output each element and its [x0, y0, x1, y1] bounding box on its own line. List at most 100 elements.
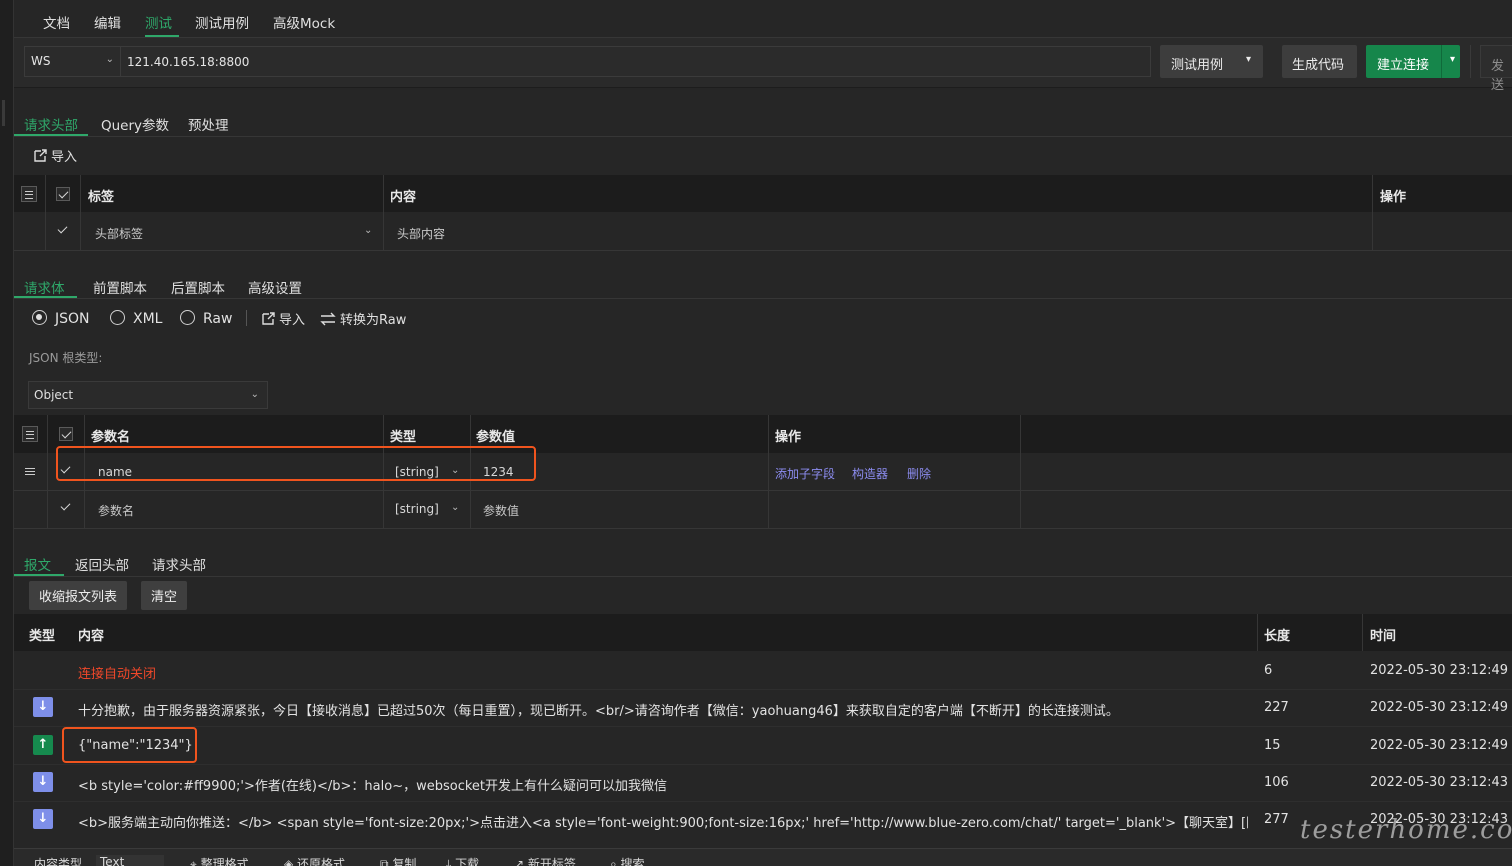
json-root-select[interactable]: Object ⌄	[28, 381, 268, 409]
import-body-button[interactable]: 导入	[261, 309, 305, 328]
json-root-value: Object	[34, 388, 74, 402]
message-content[interactable]: {"name":"1234"}	[78, 738, 1248, 753]
col-content: 内容	[78, 629, 105, 644]
search-label: 搜索	[620, 857, 645, 866]
divider	[47, 415, 48, 528]
col-param-action: 操作	[775, 430, 802, 445]
collapse-messages-button[interactable]: 收缩报文列表	[29, 581, 128, 610]
param-value-input[interactable]: 参数值	[483, 502, 519, 519]
select-all-checkbox[interactable]	[59, 427, 73, 441]
col-param-value: 参数值	[476, 430, 516, 445]
divider	[14, 490, 1512, 491]
menu-icon[interactable]	[21, 186, 37, 202]
tab-test[interactable]: 测试	[145, 12, 172, 32]
divider	[383, 175, 384, 250]
protocol-select[interactable]: WS ⌄	[24, 46, 120, 77]
tab-request-body[interactable]: 请求体	[24, 277, 65, 297]
restore-button[interactable]: ◈ 还原格式	[284, 855, 345, 866]
header-content-input[interactable]: 头部内容	[397, 225, 445, 242]
builder-link[interactable]: 构造器	[852, 465, 888, 482]
tab-query-params[interactable]: Query参数	[101, 114, 169, 134]
import-headers-button[interactable]: 导入	[33, 146, 77, 165]
menu-icon[interactable]	[22, 426, 38, 442]
row-checkbox[interactable]	[56, 223, 70, 237]
tab-testcases[interactable]: 测试用例	[195, 12, 249, 32]
message-time: 2022-05-30 23:12:49	[1370, 663, 1509, 678]
row-checkbox[interactable]	[59, 500, 73, 514]
download-button[interactable]: ⤓ 下载	[446, 855, 479, 866]
caret-down-icon[interactable]: ▾	[1450, 54, 1455, 65]
divider	[14, 136, 1512, 137]
format-json-radio[interactable]: JSON	[32, 310, 90, 327]
tab-pre-script[interactable]: 前置脚本	[93, 277, 147, 297]
param-name-input[interactable]: 参数名	[98, 502, 134, 519]
message-time: 2022-05-30 23:12:43	[1370, 775, 1509, 790]
headers-table-header	[14, 175, 1512, 212]
highlight-box	[62, 727, 197, 763]
tab-docs[interactable]: 文档	[43, 12, 70, 32]
send-button[interactable]: 发送	[1480, 45, 1512, 93]
divider	[246, 310, 247, 326]
testcase-button[interactable]: 测试用例 ▾	[1160, 45, 1263, 78]
divider	[1470, 45, 1471, 78]
clear-button[interactable]: 清空	[141, 581, 188, 610]
message-length: 106	[1264, 775, 1289, 790]
divider	[1362, 614, 1363, 651]
new-tab-button[interactable]: ↗ 新开标签	[514, 855, 576, 866]
copy-label: 复制	[392, 857, 417, 866]
format-button[interactable]: ⌖ 整理格式	[190, 855, 249, 866]
message-content[interactable]: 十分抱歉，由于服务器资源紧张，今日【接收消息】已超过50次（每日重置），现已断开…	[78, 700, 1248, 719]
tab-messages[interactable]: 报文	[24, 554, 51, 574]
drag-handle-icon[interactable]	[25, 468, 35, 475]
tab-response-headers[interactable]: 返回头部	[75, 554, 129, 574]
col-action: 操作	[1380, 190, 1407, 205]
format-raw-radio[interactable]: Raw	[180, 310, 232, 327]
chevron-down-icon[interactable]: ⌄	[451, 502, 459, 513]
restore-label: 还原格式	[297, 857, 346, 866]
param-type-select[interactable]: [string]	[395, 502, 439, 516]
chevron-down-icon[interactable]: ⌄	[364, 225, 372, 236]
divider	[80, 175, 81, 250]
add-child-field-link[interactable]: 添加子字段	[775, 465, 835, 482]
message-toolbar: 内容类型 Text ⌖ 整理格式 ◈ 还原格式 ⧉ 复制 ⤓ 下载 ↗ 新开标签…	[14, 848, 1512, 866]
connect-button[interactable]: 建立连接 ▾	[1366, 45, 1460, 78]
message-content[interactable]: 连接自动关闭	[78, 663, 1248, 682]
header-label-input[interactable]: 头部标签	[95, 225, 143, 242]
tab-preprocess[interactable]: 预处理	[188, 114, 229, 134]
message-content[interactable]: <b>服务端主动向你推送：</b> <span style='font-size…	[78, 812, 1248, 831]
message-time: 2022-05-30 23:12:49	[1370, 738, 1509, 753]
protocol-value: WS	[31, 54, 51, 68]
select-all-checkbox[interactable]	[56, 187, 70, 201]
format-xml-radio[interactable]: XML	[110, 310, 162, 327]
tab-post-script[interactable]: 后置脚本	[171, 277, 225, 297]
tab-request-headers[interactable]: 请求头部	[24, 114, 78, 134]
tab-advanced-settings[interactable]: 高级设置	[248, 277, 302, 297]
col-label: 标签	[88, 190, 115, 205]
divider	[14, 250, 1512, 251]
tab-advanced-mock[interactable]: 高级Mock	[273, 12, 335, 32]
incoming-arrow-icon: ↓	[33, 772, 53, 792]
content-type-select[interactable]: Text	[96, 855, 165, 866]
format-raw-label: Raw	[203, 311, 233, 327]
divider	[14, 528, 1512, 529]
chevron-down-icon: ⌄	[250, 389, 259, 400]
col-param-name: 参数名	[91, 430, 131, 445]
divider	[14, 576, 1512, 577]
tab-request-headers-resp[interactable]: 请求头部	[152, 554, 206, 574]
tab-edit[interactable]: 编辑	[94, 12, 121, 32]
active-tab-indicator	[145, 35, 179, 37]
import-body-label: 导入	[279, 313, 306, 328]
generate-code-button[interactable]: 生成代码	[1282, 45, 1357, 78]
connect-button-label: 建立连接	[1377, 58, 1430, 73]
col-content: 内容	[390, 190, 417, 205]
message-length: 227	[1264, 700, 1289, 715]
message-content[interactable]: <b style='color:#ff9900;'>作者(在线)</b>：hal…	[78, 775, 1248, 794]
search-button[interactable]: ⌕ 搜索	[610, 855, 645, 866]
copy-button[interactable]: ⧉ 复制	[380, 855, 416, 866]
testcase-button-label: 测试用例	[1171, 58, 1224, 73]
col-param-type: 类型	[390, 430, 417, 445]
url-input[interactable]: 121.40.165.18:8800	[120, 46, 1151, 77]
convert-raw-button[interactable]: 转换为Raw	[320, 309, 406, 328]
divider	[14, 298, 1512, 299]
delete-link[interactable]: 删除	[907, 465, 931, 482]
